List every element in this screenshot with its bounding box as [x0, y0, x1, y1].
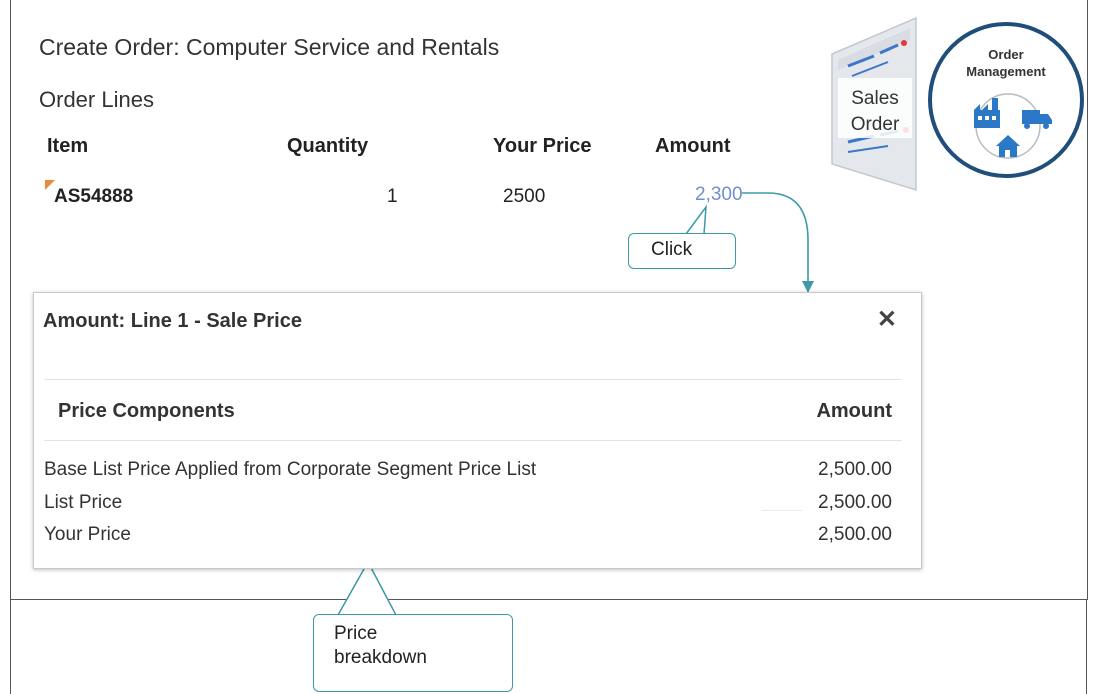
order-management-logo: Order Management [928, 22, 1084, 178]
price-breakdown-callout: Price breakdown [313, 614, 513, 692]
close-icon[interactable]: ✕ [877, 305, 897, 334]
callout-text-line: breakdown [334, 647, 427, 668]
column-header-price-components: Price Components [58, 400, 235, 422]
column-header-amount: Amount [655, 135, 731, 157]
order-line-item: AS54888 [54, 186, 134, 207]
page-title: Create Order: Computer Service and Renta… [39, 34, 500, 60]
price-components-header: Price Components Amount [44, 379, 902, 441]
price-component-row: List Price 2,500.00 [44, 492, 902, 516]
column-header-quantity: Quantity [287, 135, 369, 157]
frame-edge-right [1086, 600, 1087, 694]
price-component-amount: 2,500.00 [818, 492, 892, 513]
section-title: Order Lines [39, 87, 154, 112]
price-component-label: Your Price [44, 524, 131, 545]
column-header-item: Item [47, 135, 89, 157]
frame-edge-left [10, 600, 11, 694]
popup-title: Amount: Line 1 - Sale Price [43, 310, 302, 332]
price-component-amount: 2,500.00 [818, 459, 892, 480]
price-component-label: List Price [44, 492, 123, 513]
callout-text-line: Price [334, 623, 378, 644]
truck-icon [1022, 110, 1052, 129]
divider [762, 510, 802, 511]
sales-order-label: Sales [851, 88, 899, 109]
order-line-quantity: 1 [387, 186, 398, 207]
click-callout: Click [628, 233, 736, 269]
price-component-amount: 2,500.00 [818, 524, 892, 545]
price-component-label: Base List Price Applied from Corporate S… [44, 459, 537, 480]
price-breakdown-popup: Amount: Line 1 - Sale Price ✕ Price Comp… [33, 292, 922, 569]
column-header-amount: Amount [816, 400, 892, 422]
sales-order-document-icon: Sales Order [826, 14, 920, 194]
order-line-your-price: 2500 [503, 186, 546, 207]
column-header-your-price: Your Price [493, 135, 592, 157]
sales-order-label: Order [851, 114, 900, 135]
click-callout-text: Click [651, 239, 693, 260]
order-line-amount-link[interactable]: 2,300 [695, 184, 743, 206]
price-component-row: Your Price 2,500.00 [44, 524, 902, 548]
house-icon [996, 135, 1020, 157]
price-component-row: Base List Price Applied from Corporate S… [44, 459, 902, 483]
